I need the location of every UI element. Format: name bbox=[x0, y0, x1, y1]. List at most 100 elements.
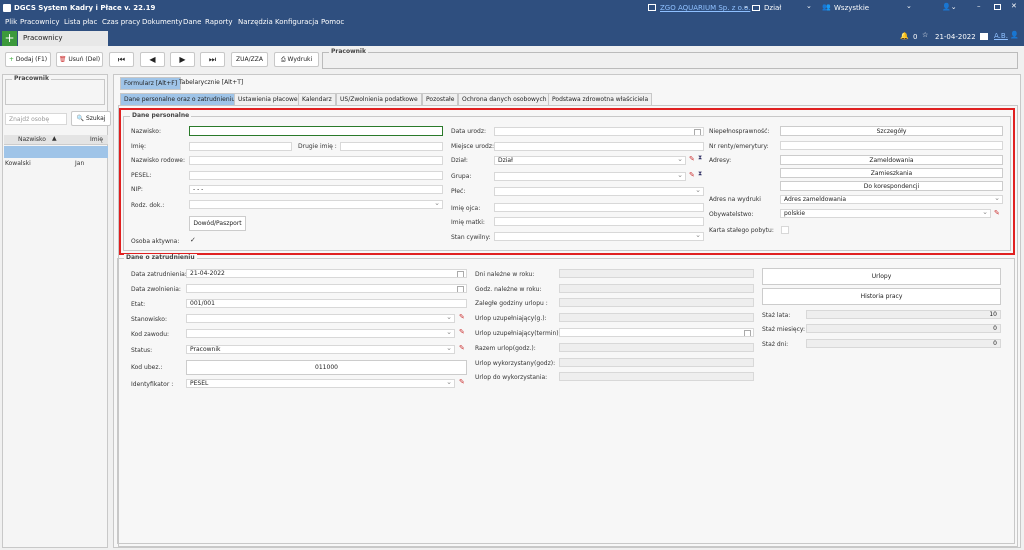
menu-item-pracownicy[interactable]: Pracownicy bbox=[20, 18, 60, 26]
menu-item-czas-pracy[interactable]: Czas pracy bbox=[102, 18, 140, 26]
zameldowania-button[interactable]: Zameldowania bbox=[780, 155, 1003, 165]
korespondencja-button[interactable]: Do korespondencji bbox=[780, 181, 1003, 191]
dowod-paszport-button[interactable]: Dowód/Paszport bbox=[189, 216, 246, 231]
drugie-imie-input[interactable] bbox=[340, 142, 443, 151]
label-rodz-dok: Rodz. dok.: bbox=[131, 202, 165, 209]
stanowisko-select[interactable] bbox=[186, 314, 455, 323]
close-icon[interactable]: ✕ bbox=[1011, 2, 1017, 10]
edit-grupa-icon[interactable]: ✎ bbox=[689, 171, 695, 179]
menu-item-lista-płac[interactable]: Lista płac bbox=[64, 18, 97, 26]
menu-item-raporty[interactable]: Raporty bbox=[205, 18, 233, 26]
status-select[interactable]: Pracownik bbox=[186, 345, 455, 354]
next-record-button[interactable]: ▶ bbox=[170, 52, 195, 67]
people-icon: 👥 bbox=[822, 3, 831, 11]
edit-stanowisko-icon[interactable]: ✎ bbox=[459, 313, 465, 321]
col-nazwisko[interactable]: Nazwisko bbox=[18, 136, 46, 143]
stan-cywilny-select[interactable] bbox=[494, 232, 704, 241]
obywatelstwo-select[interactable]: polskie bbox=[780, 209, 991, 218]
data-zatrudnienia-input[interactable]: 21-04-2022 bbox=[186, 269, 467, 278]
minimize-icon[interactable]: – bbox=[977, 2, 981, 10]
imie-ojca-input[interactable] bbox=[494, 203, 704, 212]
edit-status-icon[interactable]: ✎ bbox=[459, 344, 465, 352]
data-urodz-input[interactable] bbox=[494, 127, 704, 136]
last-record-button[interactable]: ⏭ bbox=[200, 52, 225, 67]
search-button[interactable]: 🔍 Szukaj bbox=[71, 111, 111, 126]
zalegle-input bbox=[559, 298, 754, 307]
kod-zawodu-select[interactable] bbox=[186, 329, 455, 338]
pesel-input[interactable] bbox=[189, 171, 443, 180]
menu-item-dokumenty[interactable]: Dokumenty bbox=[142, 18, 182, 26]
rodz-dok-select[interactable] bbox=[189, 200, 443, 209]
imie-matki-input[interactable] bbox=[494, 217, 704, 226]
nip-input[interactable]: - - - bbox=[189, 185, 443, 194]
urlop-uzup-t-input[interactable] bbox=[559, 328, 754, 337]
user-name[interactable]: A.B. bbox=[994, 32, 1008, 40]
hourglass-dzial-icon[interactable]: ⧗ bbox=[698, 154, 702, 162]
grupa-select[interactable] bbox=[494, 172, 686, 181]
osoba-aktywna-checkbox[interactable]: ✓ bbox=[190, 236, 196, 244]
adres-na-wydruki-select[interactable]: Adres zameldowania bbox=[780, 195, 1003, 204]
label-staz-lata: Staż lata: bbox=[762, 312, 791, 319]
filter-row[interactable] bbox=[4, 146, 108, 158]
edit-obywatelstwo-icon[interactable]: ✎ bbox=[994, 209, 1000, 217]
wykorzystany-input bbox=[559, 358, 754, 367]
add-tab-button[interactable]: + bbox=[2, 31, 17, 46]
label-kod-ubez: Kod ubez.: bbox=[131, 364, 163, 371]
search-input[interactable]: Znajdź osobę bbox=[5, 113, 67, 125]
miejsce-urodz-input[interactable] bbox=[494, 142, 704, 151]
edit-identyfikator-icon[interactable]: ✎ bbox=[459, 378, 465, 386]
dept-selector[interactable]: Dział bbox=[764, 4, 781, 12]
tab-tabelarycznie[interactable]: Tabelarycznie [Alt+T] bbox=[176, 77, 246, 88]
urlopy-button[interactable]: Urlopy bbox=[762, 268, 1001, 285]
identyfikator-select[interactable]: PESEL bbox=[186, 379, 455, 388]
prev-record-button[interactable]: ◀ bbox=[140, 52, 165, 67]
menu-item-dane[interactable]: Dane bbox=[183, 18, 201, 26]
data-zwolnienia-input[interactable] bbox=[186, 284, 467, 293]
user-icon[interactable]: 👤⌄ bbox=[942, 3, 957, 11]
karta-pobytu-checkbox[interactable] bbox=[781, 226, 789, 234]
first-record-button[interactable]: ⏮ bbox=[109, 52, 134, 67]
tab-formularz[interactable]: Formularz [Alt+F] bbox=[120, 77, 182, 90]
label-imie-matki: Imię matki: bbox=[451, 219, 485, 226]
pracownik-group-label: Pracownik bbox=[12, 75, 51, 82]
edit-dzial-icon[interactable]: ✎ bbox=[689, 155, 695, 163]
edit-kod-zawodu-icon[interactable]: ✎ bbox=[459, 328, 465, 336]
kod-ubez-button[interactable]: 011000 bbox=[186, 360, 467, 375]
star-icon[interactable]: ☆ bbox=[922, 31, 928, 39]
menu-item-pomoc[interactable]: Pomoc bbox=[321, 18, 344, 26]
maximize-icon[interactable] bbox=[994, 4, 1001, 10]
szczegoly-button[interactable]: Szczegóły bbox=[780, 126, 1003, 136]
tab-pracownicy[interactable]: Pracownicy bbox=[18, 31, 108, 46]
col-imie[interactable]: Imię bbox=[90, 136, 103, 143]
imie-input[interactable] bbox=[189, 142, 292, 151]
left-panel: Pracownik Znajdź osobę 🔍 Szukaj Nazwisko… bbox=[2, 74, 111, 548]
bell-icon[interactable]: 🔔 bbox=[900, 32, 909, 40]
historia-pracy-button[interactable]: Historia pracy bbox=[762, 288, 1001, 305]
profile-icon[interactable]: 👤 bbox=[1010, 31, 1019, 39]
nr-renty-input[interactable] bbox=[780, 141, 1003, 150]
etat-input[interactable]: 001/001 bbox=[186, 299, 467, 308]
plec-select[interactable] bbox=[494, 187, 704, 196]
dzial-select[interactable]: Dział bbox=[494, 156, 686, 165]
label-imie: Imię: bbox=[131, 143, 146, 150]
scope-chevron-icon[interactable]: ⌄ bbox=[906, 2, 912, 10]
menu-item-narzędzia[interactable]: Narzędzia bbox=[238, 18, 273, 26]
zua-button[interactable]: ZUA/ZZA bbox=[231, 52, 268, 67]
scope-selector[interactable]: Wszystkie bbox=[834, 4, 869, 12]
print-button[interactable]: ⎙ Wydruki bbox=[274, 52, 319, 67]
add-button[interactable]: + Dodaj (F1) bbox=[5, 52, 51, 67]
company-chevron-icon[interactable]: ⌄ bbox=[743, 2, 749, 10]
table-row[interactable]: Kowalski Jan bbox=[4, 159, 108, 169]
title-bar: DGCS System Kadry i Płace v. 22.19 ZGO A… bbox=[0, 0, 1024, 17]
hourglass-grupa-icon[interactable]: ⧗ bbox=[698, 170, 702, 178]
nazwisko-input[interactable] bbox=[189, 126, 443, 136]
menu-item-konfiguracja[interactable]: Konfiguracja bbox=[275, 18, 319, 26]
dept-chevron-icon[interactable]: ⌄ bbox=[806, 2, 812, 10]
remove-button[interactable]: 🗑 Usuń (Del) bbox=[56, 52, 103, 67]
menu-item-plik[interactable]: Plik bbox=[5, 18, 17, 26]
company-selector[interactable]: ZGO AQUARIUM Sp. z o.o. bbox=[660, 4, 750, 12]
nazwisko-rodowe-input[interactable] bbox=[189, 156, 443, 165]
zamieszkania-button[interactable]: Zamieszkania bbox=[780, 168, 1003, 178]
calendar-icon[interactable] bbox=[980, 33, 988, 40]
label-urlop-uzup-g: Urlop uzupełniający(g.): bbox=[475, 315, 547, 322]
